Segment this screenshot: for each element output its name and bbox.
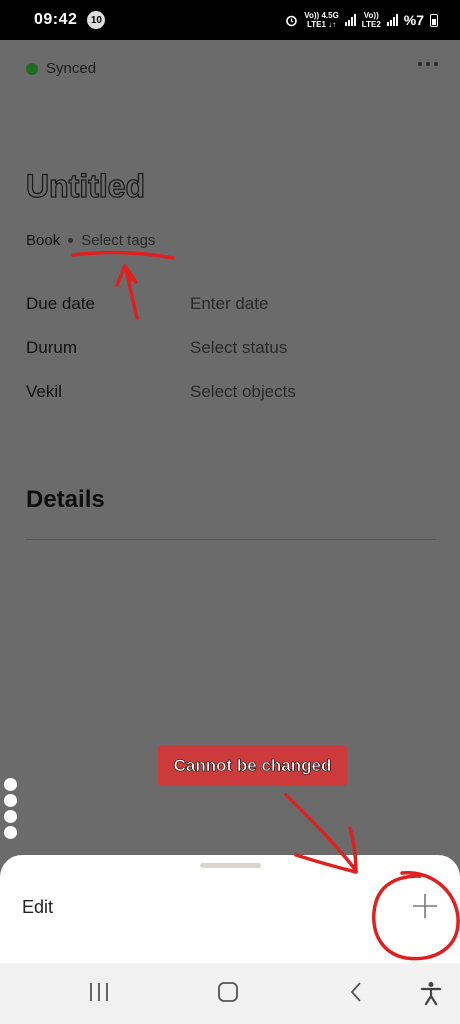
system-nav-bar — [0, 963, 460, 1024]
floating-dots-handle[interactable] — [4, 778, 17, 839]
sync-status: Synced — [26, 60, 96, 77]
divider — [26, 539, 436, 540]
network-sim2: Vo)) LTE2 — [361, 11, 381, 29]
signal-icon — [386, 14, 398, 26]
recents-icon[interactable] — [88, 981, 110, 1003]
property-name: Vekil — [26, 382, 62, 401]
status-bar: 09:42 10 Vo)) 4.5G LTE1 ↓↑ Vo)) LTE2 %7 — [0, 0, 460, 40]
back-icon[interactable] — [348, 981, 364, 1003]
plus-icon[interactable] — [410, 891, 440, 921]
property-name: Due date — [26, 294, 95, 313]
edit-button[interactable]: Edit — [22, 897, 53, 918]
annotation-callout: Cannot be changed — [158, 745, 347, 786]
sync-status-label: Synced — [46, 60, 97, 77]
accessibility-icon[interactable] — [420, 981, 442, 1005]
clock: 09:42 — [34, 11, 78, 28]
details-heading: Details — [26, 486, 105, 513]
object-type-row: Book Select tags — [26, 232, 155, 249]
network-sim1: Vo)) 4.5G LTE1 ↓↑ — [304, 11, 339, 29]
bottom-sheet: Edit — [0, 855, 460, 963]
more-horizontal-icon[interactable] — [418, 62, 438, 66]
property-value[interactable]: Select objects — [190, 382, 296, 402]
property-row-due-date[interactable]: Due date Enter date — [26, 294, 436, 314]
property-name: Durum — [26, 338, 78, 357]
home-icon[interactable] — [216, 981, 240, 1003]
page-title[interactable]: Untitled — [25, 167, 145, 205]
select-tags-button[interactable]: Select tags — [81, 232, 155, 249]
property-row-vekil[interactable]: Vekil Select objects — [26, 382, 436, 402]
property-row-durum[interactable]: Durum Select status — [26, 338, 436, 358]
alarm-icon — [286, 15, 298, 26]
battery-percent: %7 — [403, 12, 424, 28]
property-value[interactable]: Enter date — [190, 294, 268, 314]
sync-status-dot — [26, 62, 38, 75]
sheet-grabber[interactable] — [200, 863, 261, 868]
notification-count-badge: 10 — [87, 11, 106, 29]
property-value[interactable]: Select status — [190, 338, 287, 358]
object-type-label[interactable]: Book — [26, 232, 60, 249]
battery-icon — [430, 13, 438, 27]
signal-icon — [344, 14, 356, 26]
separator-dot — [68, 238, 74, 243]
